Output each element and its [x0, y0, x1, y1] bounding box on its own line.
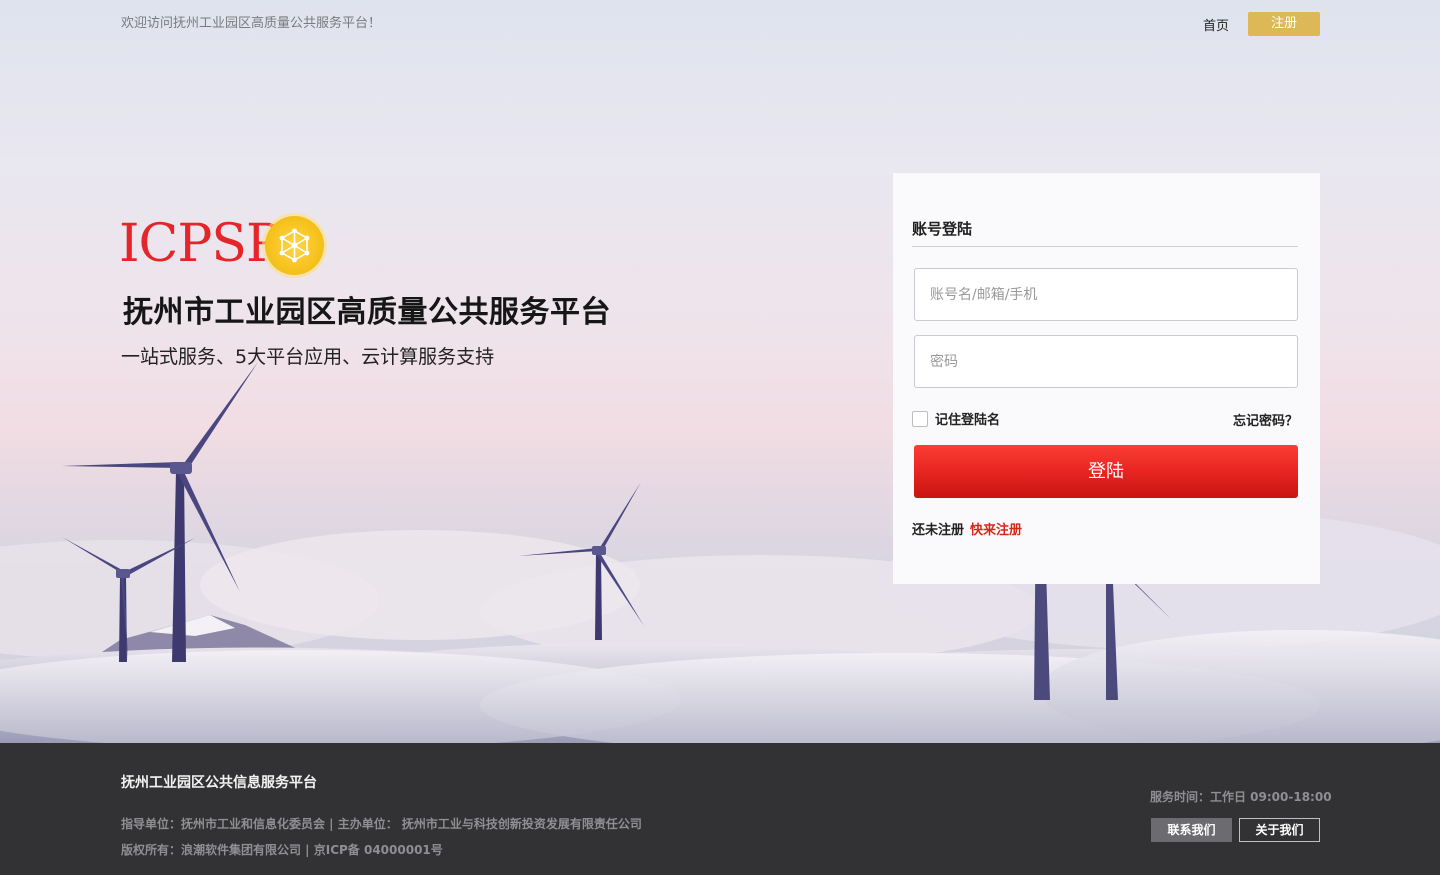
contact-us-button[interactable]: 联系我们 — [1151, 818, 1232, 842]
register-button[interactable]: 注册 — [1248, 12, 1320, 36]
forgot-password-link[interactable]: 忘记密码？ — [1233, 410, 1298, 429]
login-panel: 账号登陆 记住登陆名 忘记密码？ 登陆 还未注册快来注册 — [893, 173, 1320, 584]
signup-row: 还未注册 快来注册 — [912, 519, 1022, 538]
footer-copyright: 版权所有：浪潮软件集团有限公司 | 京ICP备 04000001号 — [121, 843, 443, 857]
footer: 抚州工业园区公共信息服务平台 指导单位：抚州市工业和信息化委员会 | 主办单位：… — [0, 743, 1440, 875]
remember-row: 记住登陆名 — [912, 409, 1000, 428]
login-divider — [912, 246, 1298, 247]
password-input[interactable] — [915, 336, 1297, 387]
footer-title: 抚州工业园区公共信息服务平台 — [121, 775, 317, 791]
logo-network-icon — [265, 216, 324, 275]
remember-label[interactable]: 记住登陆名 — [935, 409, 1000, 428]
welcome-text: 欢迎访问抚州工业园区高质量公共服务平台！ — [121, 16, 382, 31]
quick-register-link[interactable]: 快来注册 — [970, 523, 1022, 538]
remember-checkbox[interactable] — [912, 410, 928, 427]
account-field[interactable] — [914, 268, 1298, 321]
footer-organizers: 指导单位：抚州市工业和信息化委员会 | 主办单位： 抚州市工业与科技创新投资发展… — [121, 817, 642, 831]
platform-title: 抚州市工业园区高质量公共服务平台 — [123, 295, 611, 330]
about-us-button[interactable]: 关于我们 — [1239, 818, 1320, 842]
service-time: 服务时间：工作日 09:00-18:00 — [1150, 790, 1332, 804]
not-registered-text: 还未注册 — [912, 523, 965, 538]
login-title: 账号登陆 — [912, 220, 973, 238]
platform-subtitle: 一站式服务、5大平台应用、云计算服务支持 — [121, 346, 495, 368]
password-field[interactable] — [914, 335, 1298, 388]
logo-text: ICPSP — [119, 214, 281, 274]
login-button[interactable]: 登陆 — [914, 445, 1298, 498]
nav-home-link[interactable]: 首页 — [1203, 15, 1229, 34]
account-input[interactable] — [915, 269, 1297, 320]
